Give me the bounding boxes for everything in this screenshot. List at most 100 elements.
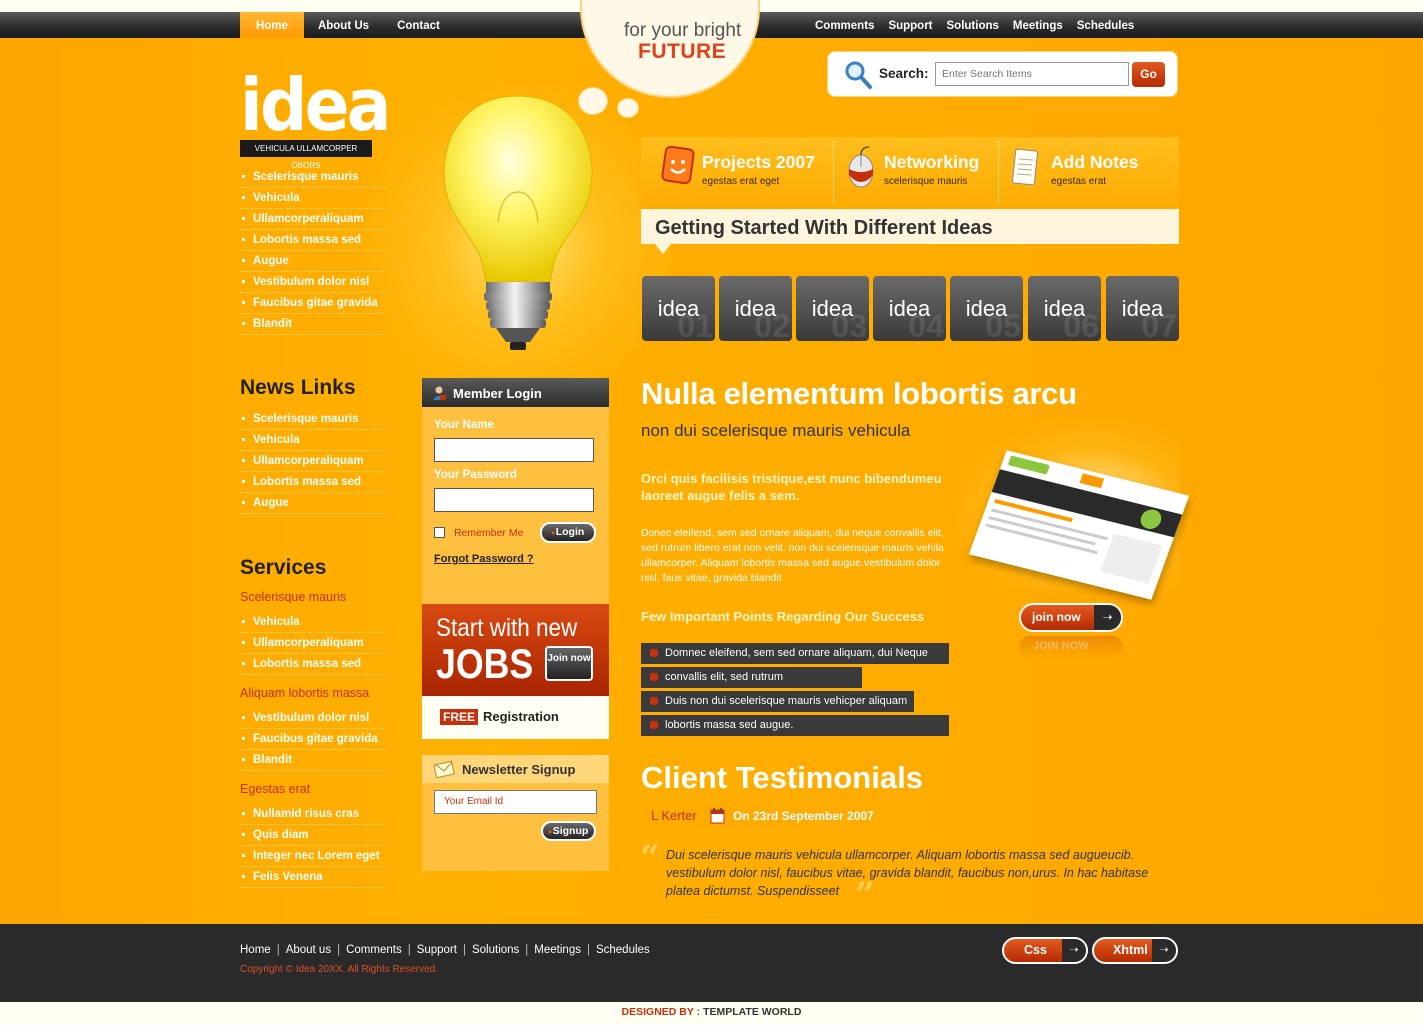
remember-label: Remember Me xyxy=(454,527,524,539)
nav-solutions[interactable]: Solutions xyxy=(940,12,1006,38)
list-item[interactable]: Augue xyxy=(240,251,386,272)
newsletter-title: Newsletter Signup xyxy=(462,762,576,777)
signup-button[interactable]: ▸Signup xyxy=(541,821,596,841)
remember-checkbox[interactable] xyxy=(434,527,445,538)
login-header: Member Login xyxy=(422,378,609,407)
nav-about-us[interactable]: About Us xyxy=(304,12,383,38)
nav-home[interactable]: Home xyxy=(240,12,304,39)
arrow-right-icon: ➝ xyxy=(1152,939,1176,962)
point-item: convallis elit, sed rutrum xyxy=(641,667,862,688)
footer-separator: | xyxy=(462,944,466,956)
list-item[interactable]: Felis Venena xyxy=(240,867,386,888)
tile-label: idea xyxy=(734,296,777,321)
services-heading[interactable]: Aliquam lobortis massa xyxy=(240,686,369,700)
copyright: Copyright © Idea 20XX. All Rights Reserv… xyxy=(240,964,439,975)
point-item: Duis non dui scelerisque mauris vehicper… xyxy=(641,691,914,712)
list-item[interactable]: Faucibus gitae gravida xyxy=(240,729,386,750)
feature-projects[interactable]: Projects 2007 egestas erat eget xyxy=(641,137,831,209)
footer-link-about[interactable]: About us xyxy=(286,944,331,956)
idea-tile[interactable]: 02 idea xyxy=(719,276,792,341)
footer-link-support[interactable]: Support xyxy=(417,944,457,956)
css-button[interactable]: Css ➝ xyxy=(1002,937,1088,964)
bullet-icon xyxy=(650,673,658,681)
footer-separator: | xyxy=(407,944,411,956)
login-button-label: Login xyxy=(555,526,585,538)
list-item[interactable]: Lobortis massa sed xyxy=(240,230,386,251)
list-item[interactable]: Ullamcorperaliquam xyxy=(240,451,386,472)
idea-tile[interactable]: 01 idea xyxy=(642,276,715,341)
email-input[interactable]: Your Email Id xyxy=(434,790,597,814)
list-item[interactable]: Blandit xyxy=(240,750,386,771)
smiley-badge-icon xyxy=(661,145,695,185)
site-logo[interactable]: idea xyxy=(240,66,391,144)
getting-started-banner: Getting Started With Different Ideas xyxy=(641,209,1179,244)
idea-tile[interactable]: 07 idea xyxy=(1106,276,1179,341)
services-heading[interactable]: Egestas erat xyxy=(240,782,310,796)
services-list: Vestibulum dolor nisl Faucibus gitae gra… xyxy=(240,708,386,771)
nav-schedules[interactable]: Schedules xyxy=(1070,12,1142,38)
jobs-banner[interactable]: Start with new JOBS Join now xyxy=(422,604,609,696)
list-item[interactable]: Vestibulum dolor nisl xyxy=(240,708,386,729)
list-item[interactable]: Vehicula xyxy=(240,612,386,633)
footer-link-schedules[interactable]: Schedules xyxy=(596,944,650,956)
tile-label: idea xyxy=(888,296,931,321)
feature-add-notes[interactable]: Add Notes egestas erat xyxy=(1001,137,1179,209)
list-item[interactable]: Integer nec Lorem eget xyxy=(240,846,386,867)
footer-link-comments[interactable]: Comments xyxy=(346,944,402,956)
idea-tile[interactable]: 04 idea xyxy=(873,276,946,341)
password-label: Your Password xyxy=(434,469,517,481)
list-item[interactable]: Nullamid risus cras xyxy=(240,804,386,825)
services-heading[interactable]: Scelerisque mauris xyxy=(240,590,346,604)
close-quote-icon: ” xyxy=(855,875,875,915)
list-item[interactable]: Lobortis massa sed xyxy=(240,654,386,675)
member-login-panel: Member Login Your Name Your Password Rem… xyxy=(422,378,609,604)
list-item[interactable]: Vehicula xyxy=(240,188,386,209)
search-label: Search: xyxy=(879,66,929,81)
tile-label: idea xyxy=(657,296,700,321)
password-input[interactable] xyxy=(434,488,594,512)
idea-tile[interactable]: 03 idea xyxy=(796,276,869,341)
idea-tile[interactable]: 06 idea xyxy=(1028,276,1101,341)
idea-tile[interactable]: 05 idea xyxy=(950,276,1023,341)
footer-separator: | xyxy=(276,944,280,956)
list-item[interactable]: Quis diam xyxy=(240,825,386,846)
list-item[interactable]: Lobortis massa sed xyxy=(240,472,386,493)
list-item[interactable]: Vehicula xyxy=(240,430,386,451)
nav-meetings[interactable]: Meetings xyxy=(1006,12,1070,38)
designed-by-name[interactable]: TEMPLATE WORLD xyxy=(703,1006,801,1018)
feature-networking[interactable]: Networking scelerisque mauris xyxy=(835,137,997,209)
jobs-join-button[interactable]: Join now xyxy=(545,646,593,681)
login-button[interactable]: ▸Login xyxy=(540,522,596,543)
list-item[interactable]: Ullamcorperaliquam xyxy=(240,633,386,654)
nav-support[interactable]: Support xyxy=(881,12,939,38)
xhtml-button-label: Xhtml xyxy=(1113,943,1148,957)
list-item[interactable]: Blandit xyxy=(240,314,386,335)
point-text: Domnec eleifend, sem sed ornare aliquam,… xyxy=(665,647,928,659)
search-input[interactable] xyxy=(935,62,1129,86)
notepad-icon xyxy=(1011,148,1039,186)
point-text: Duis non dui scelerisque mauris vehicper… xyxy=(665,695,908,707)
list-item[interactable]: Vestibulum dolor nisl xyxy=(240,272,386,293)
point-item: Domnec eleifend, sem sed ornare aliquam,… xyxy=(641,643,949,664)
name-input[interactable] xyxy=(434,438,594,462)
footer-separator: | xyxy=(525,944,529,956)
list-item[interactable]: Scelerisque mauris xyxy=(240,409,386,430)
list-item[interactable]: Faucibus gitae gravida xyxy=(240,293,386,314)
search-go-button[interactable]: Go xyxy=(1132,62,1165,87)
bullet-icon xyxy=(650,649,658,657)
nav-comments[interactable]: Comments xyxy=(808,12,881,38)
footer-link-solutions[interactable]: Solutions xyxy=(472,944,519,956)
xhtml-button[interactable]: Xhtml ➝ xyxy=(1092,937,1178,964)
list-item[interactable]: Scelerisque mauris xyxy=(240,167,386,188)
footer-nav: Home | About us | Comments | Support | Solut… xyxy=(240,944,650,956)
footer-link-meetings[interactable]: Meetings xyxy=(534,944,581,956)
tile-label: idea xyxy=(1043,296,1086,321)
forgot-password-link[interactable]: Forgot Password ? xyxy=(434,553,534,565)
join-now-button[interactable]: join now ➝ xyxy=(1019,603,1123,632)
free-registration[interactable]: FREE Registration xyxy=(422,696,609,739)
intro-highlight: Orci quis facilisis tristique,est nunc b… xyxy=(641,471,942,503)
list-item[interactable]: Augue xyxy=(240,493,386,514)
list-item[interactable]: Ullamcorperaliquam xyxy=(240,209,386,230)
nav-contact[interactable]: Contact xyxy=(383,12,454,38)
footer-link-home[interactable]: Home xyxy=(240,944,271,956)
